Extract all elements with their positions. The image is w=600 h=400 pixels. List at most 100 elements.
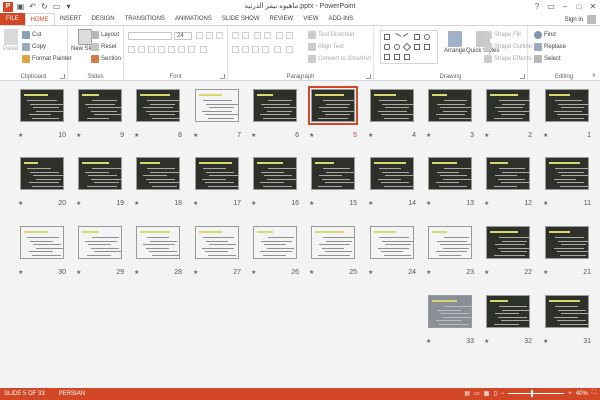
transition-star-icon[interactable]: ★	[76, 269, 81, 276]
notes-icon[interactable]: ▤	[464, 390, 470, 397]
font-color-icon[interactable]	[200, 46, 207, 53]
zoom-slider[interactable]	[508, 390, 565, 397]
font-launcher-icon[interactable]	[220, 74, 225, 79]
slide-thumbnail[interactable]	[253, 89, 297, 122]
transition-star-icon[interactable]: ★	[193, 269, 198, 276]
transition-star-icon[interactable]: ★	[368, 200, 373, 207]
slide-thumbnail[interactable]	[136, 157, 180, 190]
save-icon[interactable]: ▣	[16, 2, 25, 11]
box-shape-icon[interactable]	[414, 44, 420, 50]
customize-qat-icon[interactable]: ▾	[64, 2, 73, 11]
slide-thumbnail[interactable]	[136, 89, 180, 122]
transition-star-icon[interactable]: ★	[426, 200, 431, 207]
oval-shape-icon[interactable]	[424, 34, 430, 40]
columns-icon[interactable]	[274, 46, 281, 53]
slide-thumbnail[interactable]	[545, 295, 589, 328]
slide-thumbnail[interactable]	[253, 226, 297, 259]
transition-star-icon[interactable]: ★	[18, 132, 23, 139]
slide-thumbnail[interactable]	[486, 89, 530, 122]
tab-add-ins[interactable]: ADD-INS	[324, 13, 359, 25]
slide-thumbnail[interactable]	[428, 226, 472, 259]
transition-star-icon[interactable]: ★	[543, 269, 548, 276]
slide-thumbnail[interactable]	[545, 89, 589, 122]
shrink-font-icon[interactable]	[206, 32, 213, 39]
square-shape-icon[interactable]	[414, 34, 420, 40]
transition-star-icon[interactable]: ★	[543, 132, 548, 139]
transition-star-icon[interactable]: ★	[251, 269, 256, 276]
layout-button[interactable]: Layout	[91, 31, 119, 39]
transition-star-icon[interactable]: ★	[543, 200, 548, 207]
slide-thumbnail[interactable]	[486, 295, 530, 328]
slide-thumbnail[interactable]	[195, 89, 239, 122]
transition-star-icon[interactable]: ★	[543, 338, 548, 345]
paragraph-launcher-icon[interactable]	[366, 74, 371, 79]
zoom-level[interactable]: 40%	[576, 391, 588, 397]
transition-star-icon[interactable]: ★	[426, 132, 431, 139]
slide-thumbnail[interactable]	[20, 226, 64, 259]
shape-effects-button[interactable]: Shape Effects	[484, 55, 531, 63]
underline-icon[interactable]	[148, 46, 155, 53]
transition-star-icon[interactable]: ★	[251, 200, 256, 207]
transition-star-icon[interactable]: ★	[484, 338, 489, 345]
arrange-button[interactable]: Arrange	[444, 31, 465, 54]
convert-smartart-button[interactable]: Convert to SmartArt	[308, 55, 371, 63]
language-indicator[interactable]: PERSIAN	[59, 391, 85, 397]
align-center-icon[interactable]	[242, 46, 249, 53]
slide-thumbnail[interactable]	[195, 226, 239, 259]
tab-review[interactable]: REVIEW	[265, 13, 299, 25]
avatar[interactable]	[587, 15, 596, 24]
slide-thumbnail[interactable]	[20, 89, 64, 122]
reading-view-icon[interactable]: ▯	[493, 390, 496, 397]
start-slideshow-icon[interactable]: ▭	[52, 2, 61, 11]
shadow-icon[interactable]	[158, 46, 165, 53]
line-shape-icon[interactable]	[392, 32, 402, 42]
minimize-icon[interactable]: –	[558, 0, 572, 12]
numbering-icon[interactable]	[242, 32, 249, 39]
format-painter-button[interactable]: Format Painter	[22, 55, 72, 63]
sign-in-link[interactable]: Sign in	[565, 17, 583, 23]
slide-thumbnail[interactable]	[428, 295, 472, 328]
reset-button[interactable]: Reset	[91, 43, 117, 51]
transition-star-icon[interactable]: ★	[309, 200, 314, 207]
bold-icon[interactable]	[128, 46, 135, 53]
line-spacing-icon[interactable]	[286, 46, 293, 53]
transition-star-icon[interactable]: ★	[76, 132, 81, 139]
slide-thumbnail[interactable]	[428, 89, 472, 122]
transition-star-icon[interactable]: ★	[484, 269, 489, 276]
transition-star-icon[interactable]: ★	[368, 132, 373, 139]
replace-button[interactable]: Replace	[534, 43, 566, 51]
transition-star-icon[interactable]: ★	[251, 132, 256, 139]
transition-star-icon[interactable]: ★	[76, 200, 81, 207]
slide-thumbnail[interactable]	[311, 226, 355, 259]
transition-star-icon[interactable]: ★	[134, 132, 139, 139]
decrease-indent-icon[interactable]	[254, 32, 261, 39]
slide-sorter-view-icon[interactable]: ▦	[484, 390, 490, 397]
slide-thumbnail[interactable]	[486, 157, 530, 190]
cut-button[interactable]: Cut	[22, 31, 41, 39]
slide-thumbnail[interactable]	[136, 226, 180, 259]
star-shape-icon[interactable]	[394, 54, 400, 60]
slide-thumbnail[interactable]	[545, 226, 589, 259]
callout-shape-icon[interactable]	[424, 44, 430, 50]
bullets-icon[interactable]	[232, 32, 239, 39]
find-button[interactable]: Find	[534, 31, 556, 39]
circle-shape-icon[interactable]	[394, 44, 400, 50]
zoom-out-icon[interactable]: −	[501, 391, 505, 397]
transition-star-icon[interactable]: ★	[426, 269, 431, 276]
char-spacing-icon[interactable]	[178, 46, 185, 53]
slide-thumbnail[interactable]	[370, 226, 414, 259]
ltr-icon[interactable]	[276, 32, 283, 39]
fit-to-window-icon[interactable]: ⛶	[592, 390, 596, 397]
close-icon[interactable]: ✕	[586, 0, 600, 12]
slide-thumbnail[interactable]	[78, 226, 122, 259]
shape-outline-button[interactable]: Shape Outline	[484, 43, 532, 51]
transition-star-icon[interactable]: ★	[426, 338, 431, 345]
drawing-launcher-icon[interactable]	[520, 74, 525, 79]
tab-file[interactable]: FILE	[0, 13, 25, 25]
align-left-icon[interactable]	[232, 46, 239, 53]
slide-thumbnail[interactable]	[78, 89, 122, 122]
transition-star-icon[interactable]: ★	[484, 200, 489, 207]
transition-star-icon[interactable]: ★	[309, 132, 314, 139]
redo-icon[interactable]: ↻	[40, 2, 49, 11]
rounded-rect-shape-icon[interactable]	[384, 44, 390, 50]
